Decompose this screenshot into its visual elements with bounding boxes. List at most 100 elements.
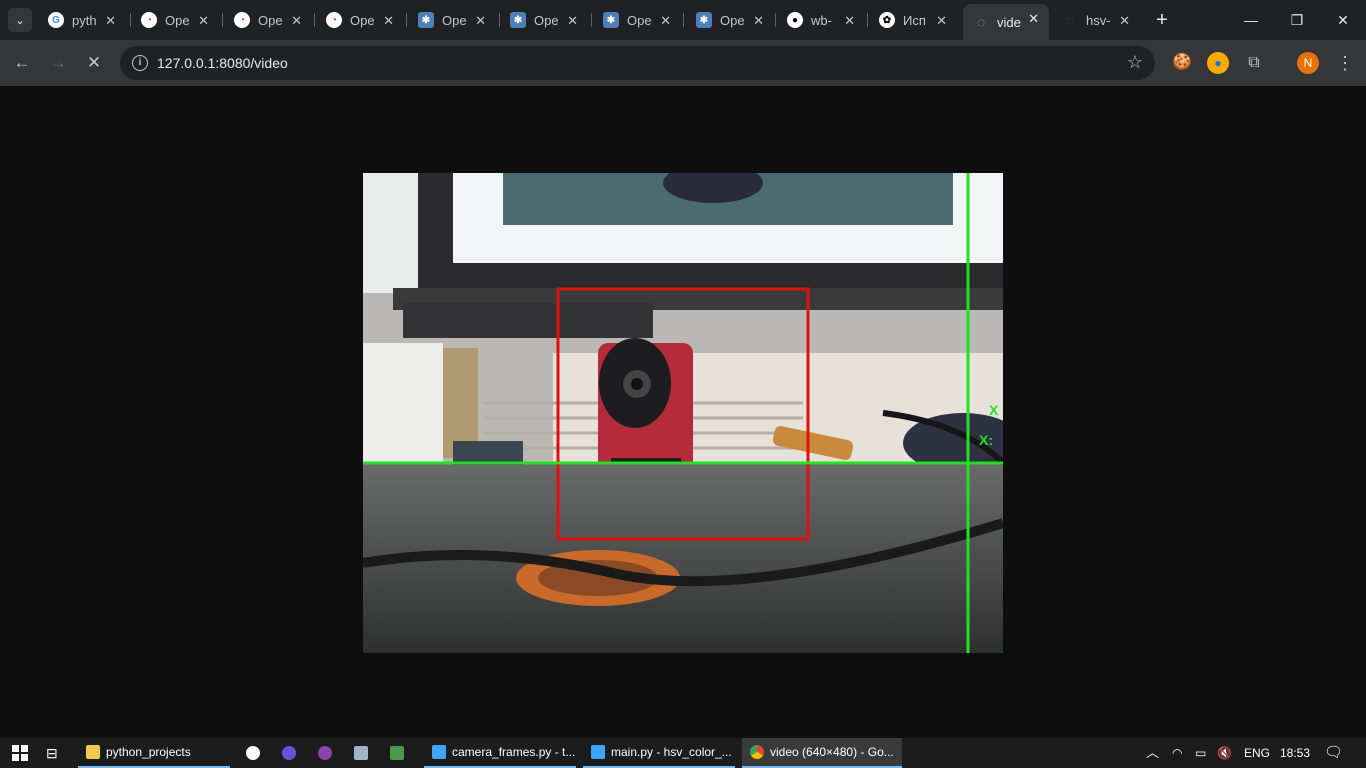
tab-hsv[interactable]: ◌ hsv- ✕ <box>1052 6 1140 34</box>
close-icon[interactable]: ✕ <box>1028 11 1039 27</box>
browser-toolbar: ← → ✕ i 127.0.0.1:8080/video ☆ 🍪 ● ⧉ N ⋮ <box>0 40 1366 86</box>
windows-taskbar: ⊟ python_projects camera_frames.py - t..… <box>0 738 1366 768</box>
tab-title: Ope <box>258 12 283 28</box>
back-button[interactable]: ← <box>9 50 35 76</box>
network-wifi-icon[interactable]: ◠ <box>1172 738 1182 768</box>
tab-opencv-1[interactable]: ◔ Ope ✕ <box>131 6 219 34</box>
taskbar-pinned-app-1[interactable] <box>238 738 270 768</box>
tab-github[interactable]: ● wb- ✕ <box>777 6 865 34</box>
tab-opencv-2[interactable]: ◔ Ope ✕ <box>224 6 312 34</box>
vscode-icon <box>432 745 446 759</box>
tab-separator <box>591 13 592 27</box>
task-view-button[interactable]: ⊟ <box>38 738 72 768</box>
marker-x-label: X <box>989 402 999 418</box>
site-info-icon[interactable]: i <box>132 55 148 71</box>
tab-opencv-docs-1[interactable]: ✱ Ope ✕ <box>408 6 496 34</box>
tab-title: pyth <box>72 12 97 28</box>
taskbar-item-label: video (640×480) - Go... <box>770 745 894 759</box>
close-icon[interactable]: ✕ <box>660 13 671 29</box>
close-icon[interactable]: ✕ <box>291 13 302 29</box>
opencv-icon: ◔ <box>326 12 342 28</box>
taskbar-pinned-app-3[interactable] <box>310 738 342 768</box>
language-indicator[interactable]: ENG <box>1244 738 1270 768</box>
minimize-button[interactable]: — <box>1228 0 1274 40</box>
github-desktop-icon <box>318 746 332 760</box>
docs-icon: ✱ <box>510 12 526 28</box>
taskbar-pinned-app-2[interactable] <box>274 738 306 768</box>
extension-badge-icon[interactable]: ● <box>1207 52 1229 74</box>
chrome-icon <box>750 745 764 759</box>
new-tab-button[interactable]: + <box>1150 8 1174 32</box>
tab-separator <box>775 13 776 27</box>
close-icon[interactable]: ✕ <box>1119 13 1130 29</box>
close-icon[interactable]: ✕ <box>198 13 209 29</box>
clock-time[interactable]: 18:53 <box>1280 738 1310 768</box>
tab-title: Ope <box>350 12 375 28</box>
taskbar-item-vscode-2[interactable]: main.py - hsv_color_... <box>583 738 735 768</box>
taskbar-item-vscode-1[interactable]: camera_frames.py - t... <box>424 738 576 768</box>
taskbar-item-chrome[interactable]: video (640×480) - Go... <box>742 738 902 768</box>
close-icon[interactable]: ✕ <box>105 13 116 29</box>
restore-button[interactable]: ❐ <box>1274 0 1320 40</box>
page-viewport: X X: <box>0 86 1366 738</box>
tab-opencv-3[interactable]: ◔ Ope ✕ <box>316 6 404 34</box>
tab-title: Исп <box>903 12 926 28</box>
app-moon-icon <box>282 746 296 760</box>
address-bar[interactable]: i 127.0.0.1:8080/video ☆ <box>120 46 1155 80</box>
extensions-puzzle-icon[interactable]: ⧉ <box>1243 52 1265 74</box>
show-hidden-icons-chevron-icon[interactable]: ︿ <box>1146 738 1159 768</box>
taskbar-pinned-app-4[interactable] <box>346 738 378 768</box>
taskbar-item-label: camera_frames.py - t... <box>452 745 576 759</box>
tab-title: Ope <box>442 12 467 28</box>
close-icon[interactable]: ✕ <box>936 13 947 29</box>
tab-opencv-docs-3[interactable]: ✱ Ope ✕ <box>593 6 681 34</box>
close-window-button[interactable]: ✕ <box>1320 0 1366 40</box>
tab-separator <box>867 13 868 27</box>
tab-chatgpt[interactable]: ✿ Исп ✕ <box>869 6 957 34</box>
tab-opencv-docs-4[interactable]: ✱ Ope ✕ <box>686 6 774 34</box>
taskbar-item-explorer[interactable]: python_projects <box>78 738 230 768</box>
start-button[interactable] <box>4 738 38 768</box>
tab-separator <box>222 13 223 27</box>
tab-title: Ope <box>534 12 559 28</box>
task-view-icon: ⊟ <box>46 744 58 761</box>
taskbar-item-label: main.py - hsv_color_... <box>611 745 732 759</box>
close-icon[interactable]: ✕ <box>844 13 855 29</box>
opencv-icon: ◔ <box>234 12 250 28</box>
tab-google-search[interactable]: G pyth ✕ <box>38 6 126 34</box>
tab-video-active[interactable]: ◌ vide ✕ <box>963 4 1049 40</box>
close-icon[interactable]: ✕ <box>753 13 764 29</box>
tab-title: vide <box>997 14 1021 30</box>
battery-icon[interactable]: ▭ <box>1195 738 1206 768</box>
url-text[interactable]: 127.0.0.1:8080/video <box>157 55 288 71</box>
forward-button[interactable]: → <box>45 50 71 76</box>
tab-strip: ⌄ G pyth ✕ ◔ Ope ✕ ◔ Ope ✕ ◔ Ope ✕ ✱ Ope… <box>0 0 1366 40</box>
chatgpt-icon: ✿ <box>879 12 895 28</box>
browser-menu-icon[interactable]: ⋮ <box>1336 50 1354 76</box>
folder-icon <box>86 745 100 759</box>
video-stream-frame: X X: <box>363 173 1003 653</box>
cookie-extension-icon[interactable]: 🍪 <box>1171 52 1193 74</box>
bookmark-star-icon[interactable]: ☆ <box>1127 52 1143 73</box>
close-icon[interactable]: ✕ <box>475 13 486 29</box>
camera-frame-image: X X: <box>363 173 1003 653</box>
notifications-icon[interactable]: 🗨 <box>1324 738 1343 768</box>
profile-avatar[interactable]: N <box>1297 52 1319 74</box>
loading-icon: ◌ <box>976 14 986 30</box>
tab-opencv-docs-2[interactable]: ✱ Ope ✕ <box>500 6 588 34</box>
tab-title: Ope <box>720 12 745 28</box>
close-icon[interactable]: ✕ <box>383 13 394 29</box>
opencv-icon: ◔ <box>141 12 157 28</box>
windows-logo-icon <box>12 745 28 761</box>
taskbar-pinned-app-5[interactable] <box>382 738 414 768</box>
docs-icon: ✱ <box>696 12 712 28</box>
volume-muted-icon[interactable]: 🔇 <box>1217 738 1232 768</box>
loading-icon: ◌ <box>1065 12 1075 28</box>
close-icon[interactable]: ✕ <box>567 13 578 29</box>
github-icon: ● <box>787 12 803 28</box>
tab-search-button[interactable]: ⌄ <box>8 8 32 32</box>
image-viewer-icon <box>354 746 368 760</box>
stop-loading-button[interactable]: ✕ <box>81 50 107 76</box>
vscode-icon <box>591 745 605 759</box>
tab-separator <box>683 13 684 27</box>
